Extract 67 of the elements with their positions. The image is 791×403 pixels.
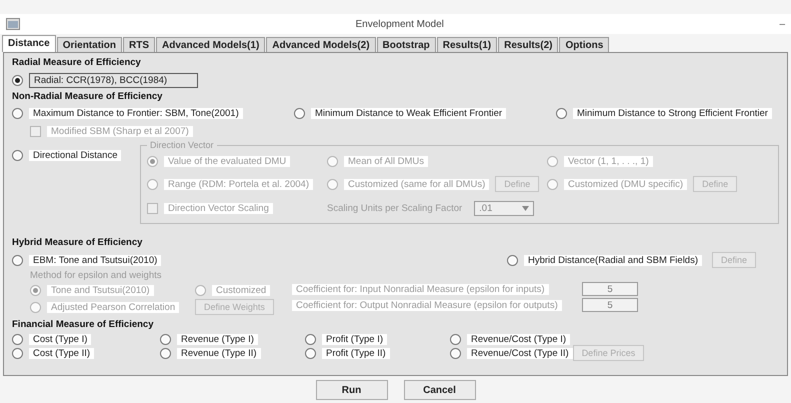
option-label: Cost (Type I) (29, 334, 92, 344)
group-title: Direction Vector (149, 140, 215, 150)
radio-button[interactable] (12, 74, 23, 86)
option-label: Revenue (Type I) (177, 334, 258, 344)
radio-button[interactable] (12, 108, 23, 118)
tab[interactable]: RTS (123, 37, 156, 52)
tab[interactable]: Orientation (56, 37, 122, 52)
option-label: Revenue/Cost (Type I) (467, 334, 570, 344)
option-label: Range (RDM: Portela et al. 2004) (164, 178, 313, 190)
minimize-button[interactable]: – (779, 18, 785, 30)
option-label: EBM: Tone and Tsutsui(2010) (29, 254, 162, 266)
option-label: Cost (Type II) (29, 348, 94, 358)
tab[interactable]: Advanced Models(2) (266, 37, 376, 52)
radio-button[interactable] (12, 348, 23, 358)
section-heading: Non-Radial Measure of Efficiency (12, 90, 164, 104)
dialog-button[interactable]: Run (316, 380, 388, 400)
caret-icon (522, 206, 530, 210)
radio-button[interactable] (12, 334, 23, 344)
option-label: Vector (1, 1, . . ., 1) (564, 156, 653, 166)
option-label: Minimum Distance to Strong Efficient Frontier (573, 108, 772, 118)
coefficient-field[interactable]: 5 (582, 298, 638, 312)
radio-button[interactable] (12, 254, 23, 266)
field-label: Scaling Units per Scaling Factor (327, 202, 462, 214)
radio-button[interactable] (556, 108, 567, 118)
option-label: Value of the evaluated DMU (164, 156, 290, 166)
radio-button[interactable] (12, 150, 23, 161)
option-label: Customized (same for all DMUs) (344, 178, 490, 190)
dialog-button[interactable]: Cancel (404, 380, 476, 400)
option-label: Hybrid Distance(Radial and SBM Fields) (524, 254, 702, 266)
option-label: Customized (DMU specific) (564, 178, 688, 190)
tab[interactable]: Advanced Models(1) (156, 37, 266, 52)
tab[interactable]: Bootstrap (376, 37, 436, 52)
field-label: Coefficient for: Input Nonradial Measure (epsilon for inputs) (292, 284, 549, 294)
option-label: Profit (Type II) (322, 348, 390, 358)
option-label: Maximum Distance to Frontier: SBM, Tone(2001) (29, 108, 243, 118)
section-heading: Radial Measure of Efficiency (12, 56, 142, 70)
group-title: Method for epsilon and weights (30, 270, 162, 281)
option-label: Profit (Type I) (322, 334, 388, 344)
option-label: Tone and Tsutsui(2010) (47, 284, 154, 296)
radio-button[interactable] (305, 334, 316, 344)
field-label: Coefficient for: Output Nonradial Measure (epsilon for outputs) (292, 300, 562, 310)
option-label: Revenue (Type II) (177, 348, 261, 358)
option-label: Revenue/Cost (Type II) (467, 348, 573, 358)
option-label: Adjusted Pearson Correlation (47, 302, 180, 312)
radio-button[interactable] (294, 108, 305, 118)
option-label: Minimum Distance to Weak Efficient Frontier (311, 108, 506, 118)
option-label: Modified SBM (Sharp et al 2007) (47, 126, 193, 136)
tab[interactable]: Distance (2, 35, 56, 52)
option-label: Radial: CCR(1978), BCC(1984) (29, 72, 198, 88)
radio-button[interactable] (450, 348, 461, 358)
option-label: Direction Vector Scaling (164, 202, 273, 214)
radio-button[interactable] (507, 254, 518, 266)
app-icon (6, 18, 20, 30)
radio-button[interactable] (450, 334, 461, 344)
coefficient-field[interactable]: 5 (582, 282, 638, 296)
window-title: Envelopment Model (354, 18, 445, 30)
section-heading: Hybrid Measure of Efficiency (12, 236, 144, 250)
section-heading: Financial Measure of Efficiency (12, 318, 154, 332)
tab[interactable]: Options (559, 37, 610, 52)
option-label: Customized (212, 284, 270, 296)
radio-button[interactable] (160, 348, 171, 358)
tab[interactable]: Results(2) (498, 37, 558, 52)
option-label: Directional Distance (29, 150, 122, 161)
tab[interactable]: Results(1) (436, 37, 498, 52)
radio-button[interactable] (160, 334, 171, 344)
option-label: Mean of All DMUs (344, 156, 428, 166)
radio-button[interactable] (305, 348, 316, 358)
